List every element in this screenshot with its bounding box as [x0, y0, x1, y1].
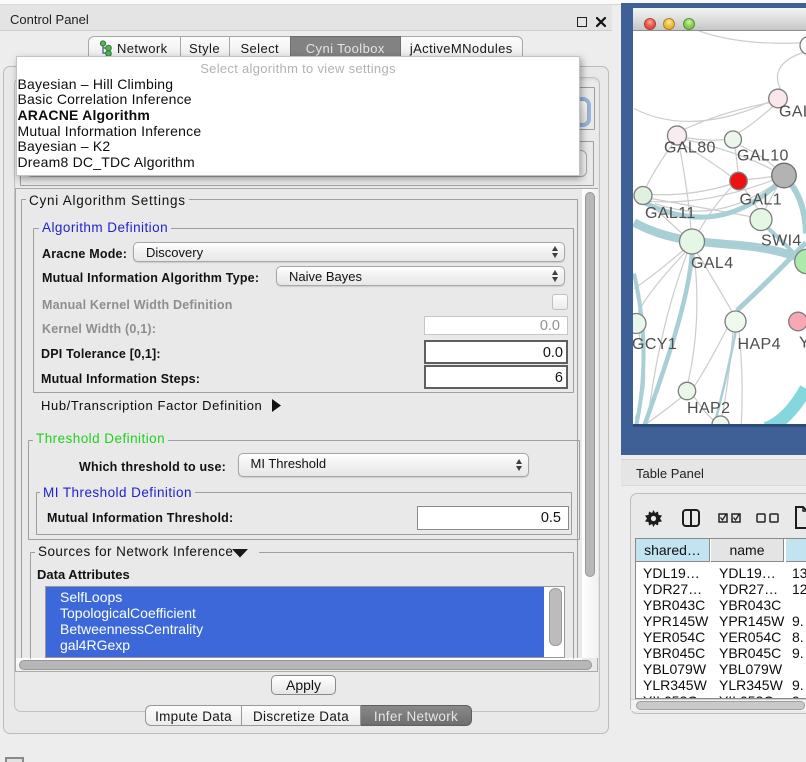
- svg-text:GAL80: GAL80: [664, 140, 716, 157]
- svg-text:GAL10: GAL10: [737, 148, 789, 165]
- svg-text:GAL7: GAL7: [779, 104, 806, 121]
- svg-text:SWI4: SWI4: [761, 233, 802, 250]
- svg-text:Y: Y: [799, 335, 806, 352]
- svg-text:GAL1: GAL1: [740, 192, 783, 209]
- svg-text:GAL4: GAL4: [691, 255, 734, 272]
- svg-text:GAL11: GAL11: [645, 205, 696, 222]
- svg-text:GCY1: GCY1: [633, 336, 677, 353]
- svg-text:HAP2: HAP2: [687, 400, 730, 417]
- svg-text:HAP4: HAP4: [738, 336, 781, 353]
